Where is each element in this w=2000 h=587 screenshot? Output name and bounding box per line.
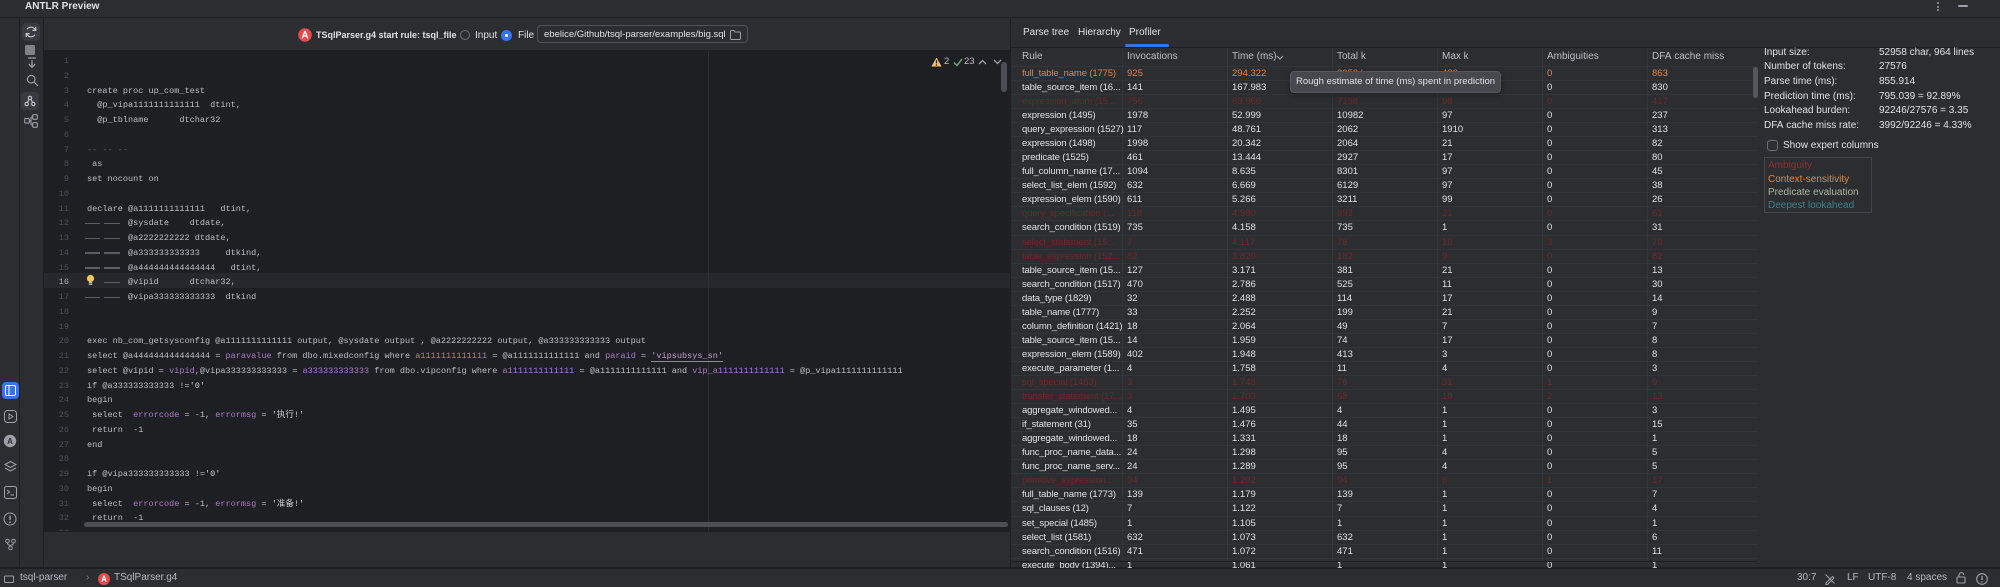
svg-text:A: A	[7, 437, 13, 446]
